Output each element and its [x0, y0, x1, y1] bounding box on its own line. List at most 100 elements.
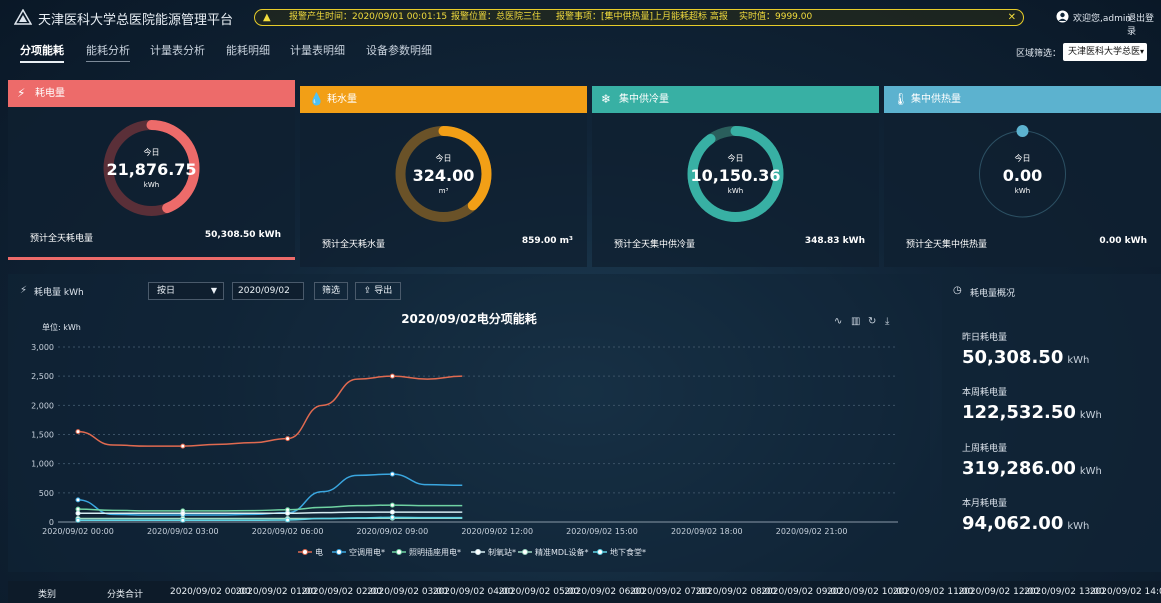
y-tick-label: 2,000	[31, 401, 54, 410]
tab-item-energy[interactable]: 分项能耗	[20, 42, 64, 63]
forecast-label: 预计全天集中供冷量	[614, 240, 696, 250]
date-input[interactable]: 2020/09/02	[232, 282, 304, 300]
forecast-label: 预计全天集中供热量	[906, 240, 988, 250]
chart-panel: 2020/09/02电分项能耗 单位: kWh ∿ ▥ ↻ ⤓ 0 500 1,000 1,500…	[8, 274, 930, 572]
today-label: 今日	[435, 154, 452, 163]
y-tick-label: 2,500	[31, 372, 54, 381]
today-unit: m³	[438, 187, 449, 195]
today-unit: kWh	[1014, 187, 1031, 195]
card-title: 集中供冷量	[619, 94, 669, 105]
toolbox-refresh-icon[interactable]: ↻	[868, 316, 876, 327]
forecast-value: 50,308.50 kWh	[204, 230, 281, 240]
forecast-value: 348.83 kWh	[804, 236, 865, 246]
summary-value: 122,532.50 kWh	[962, 402, 1102, 423]
chart-panel-title: 耗电量 kWh	[34, 288, 84, 298]
y-tick-label: 1,000	[31, 460, 54, 469]
summary-item: 本月耗电量 94,062.00 kWh	[962, 496, 1089, 534]
today-label: 今日	[1014, 154, 1031, 163]
top-bar: 天津医科大学总医院能源管理平台 ▲ 报警产生时间：2020/09/01 00:0…	[0, 0, 1161, 37]
x-tick-label: 2020/09/02 12:00	[461, 527, 533, 536]
toolbox-download-icon[interactable]: ⤓	[885, 316, 890, 327]
data-point	[285, 517, 291, 523]
data-point	[285, 510, 291, 516]
alarm-banner[interactable]: ▲ 报警产生时间：2020/09/01 00:01:15 报警位置：总医院三住 …	[254, 9, 1024, 26]
electricity-card: ⚡ 耗电量 今日 21,876.75 kWh 预计全天耗电量 50,308.50 …	[8, 80, 295, 260]
tab-energy-analysis[interactable]: 能耗分析	[86, 42, 130, 62]
y-tick-label: 0	[49, 518, 54, 527]
data-point	[285, 436, 291, 442]
welcome-text: 欢迎您,admin	[1073, 14, 1132, 24]
x-tick-label: 2020/09/02 18:00	[671, 527, 743, 536]
data-point	[75, 510, 81, 516]
region-select[interactable]: 天津医科大学总医 ▾	[1063, 43, 1147, 61]
summary-item: 上周耗电量 319,286.00 kWh	[962, 441, 1102, 479]
logo-icon	[14, 9, 32, 25]
x-tick-label: 2020/09/02 15:00	[566, 527, 638, 536]
data-point	[75, 517, 81, 523]
summary-panel: ◷ 耗电量概况 昨日耗电量 50,308.50 kWh 本周耗电量 122,532…	[942, 274, 1161, 572]
heating-card: 🌡 集中供热量 今日 0.00 kWh 预计全天集中供热量 0.00 kWh	[884, 86, 1161, 267]
data-point	[75, 506, 81, 512]
card-header: 💧 耗水量	[300, 86, 587, 113]
x-tick-label: 2020/09/02 21:00	[776, 527, 848, 536]
data-point	[389, 373, 395, 379]
legend-marker	[396, 549, 402, 555]
today-label: 今日	[727, 154, 744, 163]
tab-device-params[interactable]: 设备参数明细	[366, 42, 432, 58]
lightning-icon: ⚡	[17, 86, 26, 100]
data-point	[389, 471, 395, 477]
gauge-dot	[1016, 125, 1029, 137]
water-card: 💧 耗水量 今日 324.00 m³ 预计全天耗水量 859.00 m³	[300, 86, 587, 267]
chart-title: 2020/09/02电分项能耗	[401, 311, 537, 326]
today-unit: kWh	[727, 187, 744, 195]
table-column-header: 分类合计	[107, 590, 144, 600]
legend-label: 电	[315, 547, 323, 557]
today-unit: kWh	[143, 181, 160, 189]
legend-marker	[475, 549, 481, 555]
tab-energy-detail[interactable]: 能耗明细	[226, 42, 270, 58]
chevron-down-icon: ▼	[210, 286, 217, 295]
cooling-card: ❄ 集中供冷量 今日 10,150.36 kWh 预计全天集中供冷量 348.83…	[592, 86, 879, 267]
series-line	[77, 375, 463, 447]
line-chart: 2020/09/02电分项能耗单位: kWh ∿ ▥ ↻ ⤓ 0 500 1,000 1,500…	[31, 311, 898, 557]
main-nav: 分项能耗 能耗分析 计量表分析 能耗明细 计量表明细 设备参数明细 区域筛选： …	[0, 34, 1161, 66]
legend-label: 精准MDL设备*	[535, 547, 589, 557]
table-header: 类别 分类合计 2020/09/02 00:00 2020/09/02 01:00 20…	[8, 581, 1161, 603]
tab-meter-analysis[interactable]: 计量表分析	[150, 42, 205, 58]
x-tick-label: 2020/09/02 03:00	[147, 527, 219, 536]
close-icon[interactable]: ✕	[1008, 10, 1016, 25]
today-value: 0.00	[1002, 166, 1043, 185]
legend-marker	[597, 549, 603, 555]
summary-value: 50,308.50 kWh	[962, 347, 1090, 368]
mode-select[interactable]: 按日 ▼	[148, 282, 224, 300]
toolbox-bar-icon[interactable]: ▥	[851, 316, 860, 327]
summary-value: 319,286.00 kWh	[962, 458, 1102, 479]
cold-drop-icon: ❄	[601, 92, 612, 106]
region-filter-label: 区域筛选：	[1016, 49, 1062, 59]
card-header: ⚡ 耗电量	[8, 80, 295, 107]
forecast-label: 预计全天耗水量	[322, 240, 386, 250]
data-point	[180, 517, 186, 523]
data-point	[75, 497, 81, 503]
card-title: 耗电量	[35, 88, 65, 99]
summary-title: 耗电量概况	[970, 289, 1016, 299]
tab-meter-detail[interactable]: 计量表明细	[290, 42, 345, 58]
y-axis-unit: 单位: kWh	[42, 322, 81, 332]
series-line	[77, 504, 463, 512]
forecast-label: 预计全天耗电量	[30, 234, 94, 244]
table-column-header: 2020/09/02 14:00	[1089, 587, 1161, 597]
filter-button[interactable]: 筛选	[314, 282, 348, 300]
toolbox-line-icon[interactable]: ∿	[834, 316, 842, 327]
card-header: 🌡 集中供热量	[884, 86, 1161, 113]
legend-label: 地下食堂*	[610, 547, 646, 557]
legend-marker	[336, 549, 342, 555]
clock-icon: ◷	[953, 285, 962, 296]
series-line	[77, 473, 463, 516]
alarm-item: 报警事项：[集中供热量]上月能耗超标 高报	[556, 12, 728, 22]
y-tick-label: 3,000	[31, 343, 54, 352]
export-button[interactable]: ⇪ 导出	[355, 282, 401, 300]
legend-label: 照明插座用电*	[409, 547, 461, 557]
lightning-icon: ⚡	[20, 285, 28, 296]
legend-label: 空调用电*	[349, 547, 385, 557]
data-point	[389, 509, 395, 515]
